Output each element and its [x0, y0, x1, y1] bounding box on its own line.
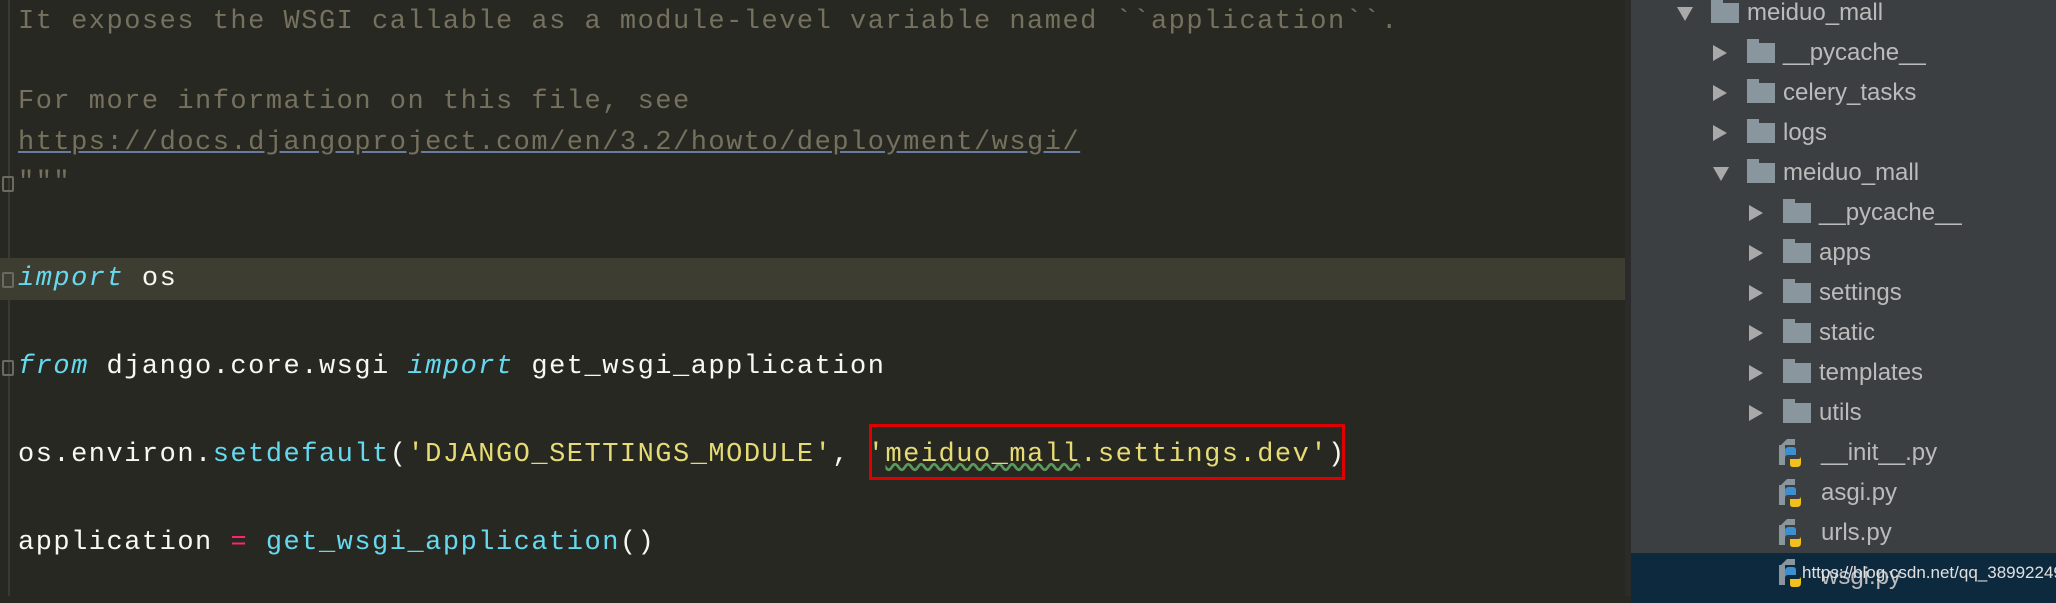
tree-item[interactable]: urls.py: [1631, 513, 2056, 553]
object: os.environ.: [18, 440, 213, 470]
folder-icon: [1747, 79, 1775, 103]
tree-item[interactable]: meiduo_mall: [1631, 153, 2056, 193]
chevron-right-icon[interactable]: [1749, 325, 1763, 341]
module-name: django.core.wsgi: [88, 352, 408, 382]
chevron-right-icon[interactable]: [1749, 405, 1763, 421]
python-file-icon: [1779, 519, 1801, 547]
project-tree[interactable]: meiduo_mall __pycache__ celery_taskslogs me…: [1625, 0, 2056, 603]
tree-item-label: __pycache__: [1819, 199, 1962, 226]
code-line-import: import os: [18, 259, 177, 299]
tree-item[interactable]: logs: [1631, 113, 2056, 153]
tree-item-label: apps: [1819, 239, 1872, 266]
tree-item[interactable]: __pycache__: [1631, 193, 2056, 233]
tree-item[interactable]: __pycache__: [1631, 33, 2056, 73]
keyword: from: [18, 352, 89, 382]
folder-icon: [1747, 39, 1775, 63]
tree-item[interactable]: asgi.py: [1631, 473, 2056, 513]
chevron-right-icon[interactable]: [1713, 85, 1727, 101]
folder-icon: [1783, 239, 1811, 263]
chevron-down-icon[interactable]: [1713, 167, 1729, 181]
comma: ,: [832, 440, 868, 470]
folder-icon: [1783, 359, 1811, 383]
function-name: get_wsgi_application: [248, 528, 620, 558]
tree-item-label: __pycache__: [1783, 39, 1926, 66]
tree-item-label: templates: [1819, 359, 1924, 386]
watermark: https://blog.csdn.net/qq_38992249: [1802, 563, 2056, 582]
chevron-down-icon[interactable]: [1677, 7, 1693, 21]
tree-item[interactable]: celery_tasks: [1631, 73, 2056, 113]
annotation-red-box: [869, 424, 1345, 480]
tree-item-label: static: [1819, 319, 1876, 346]
docs-link[interactable]: https://docs.djangoproject.com/en/3.2/ho…: [18, 123, 1080, 163]
call-parens: (): [619, 528, 656, 558]
folder-icon: [1783, 199, 1811, 223]
tree-item-label: settings: [1819, 279, 1902, 306]
code-line-application: application = get_wsgi_application(): [18, 523, 655, 563]
tree-item[interactable]: __init__.py: [1631, 433, 2056, 473]
code-editor[interactable]: It exposes the WSGI callable as a module…: [0, 0, 1625, 596]
python-file-icon: [1779, 479, 1801, 507]
tree-item[interactable]: static: [1631, 313, 2056, 353]
fold-icon[interactable]: [2, 176, 14, 192]
keyword: import: [407, 352, 514, 382]
tree-item-label: celery_tasks: [1783, 79, 1917, 106]
current-line-highlight: [0, 258, 1625, 300]
folder-icon: [1747, 159, 1775, 183]
module-name: os: [124, 264, 178, 294]
chevron-right-icon[interactable]: [1713, 45, 1727, 61]
chevron-right-icon[interactable]: [1749, 285, 1763, 301]
code-line-docstring: For more information on this file, see: [18, 87, 691, 117]
tree-item-label: __init__.py: [1821, 439, 1938, 466]
tree-item-label: logs: [1783, 119, 1828, 146]
tree-item[interactable]: apps: [1631, 233, 2056, 273]
tree-item[interactable]: meiduo_mall: [1631, 0, 2056, 33]
tree-item-label: meiduo_mall: [1783, 159, 1920, 186]
tree-item-label: urls.py: [1821, 519, 1892, 546]
function-name: setdefault: [212, 440, 390, 470]
paren: (: [389, 440, 408, 470]
operator: =: [230, 528, 249, 558]
keyword: import: [18, 264, 125, 294]
code-line-from-import: from django.core.wsgi import get_wsgi_ap…: [18, 347, 885, 387]
code-line-docstring: It exposes the WSGI callable as a module…: [18, 7, 1399, 37]
folder-icon: [1783, 319, 1811, 343]
chevron-right-icon[interactable]: [1713, 125, 1727, 141]
code-line-docstring-end: """: [18, 168, 72, 198]
tree-item-label: utils: [1819, 399, 1862, 426]
folder-icon: [1783, 279, 1811, 303]
chevron-right-icon[interactable]: [1749, 365, 1763, 381]
string-key: 'DJANGO_SETTINGS_MODULE': [407, 440, 833, 470]
fold-icon[interactable]: [2, 272, 14, 288]
tree-item-label: asgi.py: [1821, 479, 1898, 506]
variable: application: [18, 528, 231, 558]
fold-icon[interactable]: [2, 360, 14, 376]
tree-item[interactable]: settings: [1631, 273, 2056, 313]
imported-name: get_wsgi_application: [513, 352, 886, 382]
chevron-right-icon[interactable]: [1749, 205, 1763, 221]
tree-item[interactable]: templates: [1631, 353, 2056, 393]
folder-icon: [1783, 399, 1811, 423]
tree-item-label: meiduo_mall: [1747, 0, 1884, 26]
folder-icon: [1711, 0, 1739, 23]
folder-icon: [1747, 119, 1775, 143]
tree-item[interactable]: utils: [1631, 393, 2056, 433]
chevron-right-icon[interactable]: [1749, 245, 1763, 261]
python-file-icon: [1779, 439, 1801, 467]
